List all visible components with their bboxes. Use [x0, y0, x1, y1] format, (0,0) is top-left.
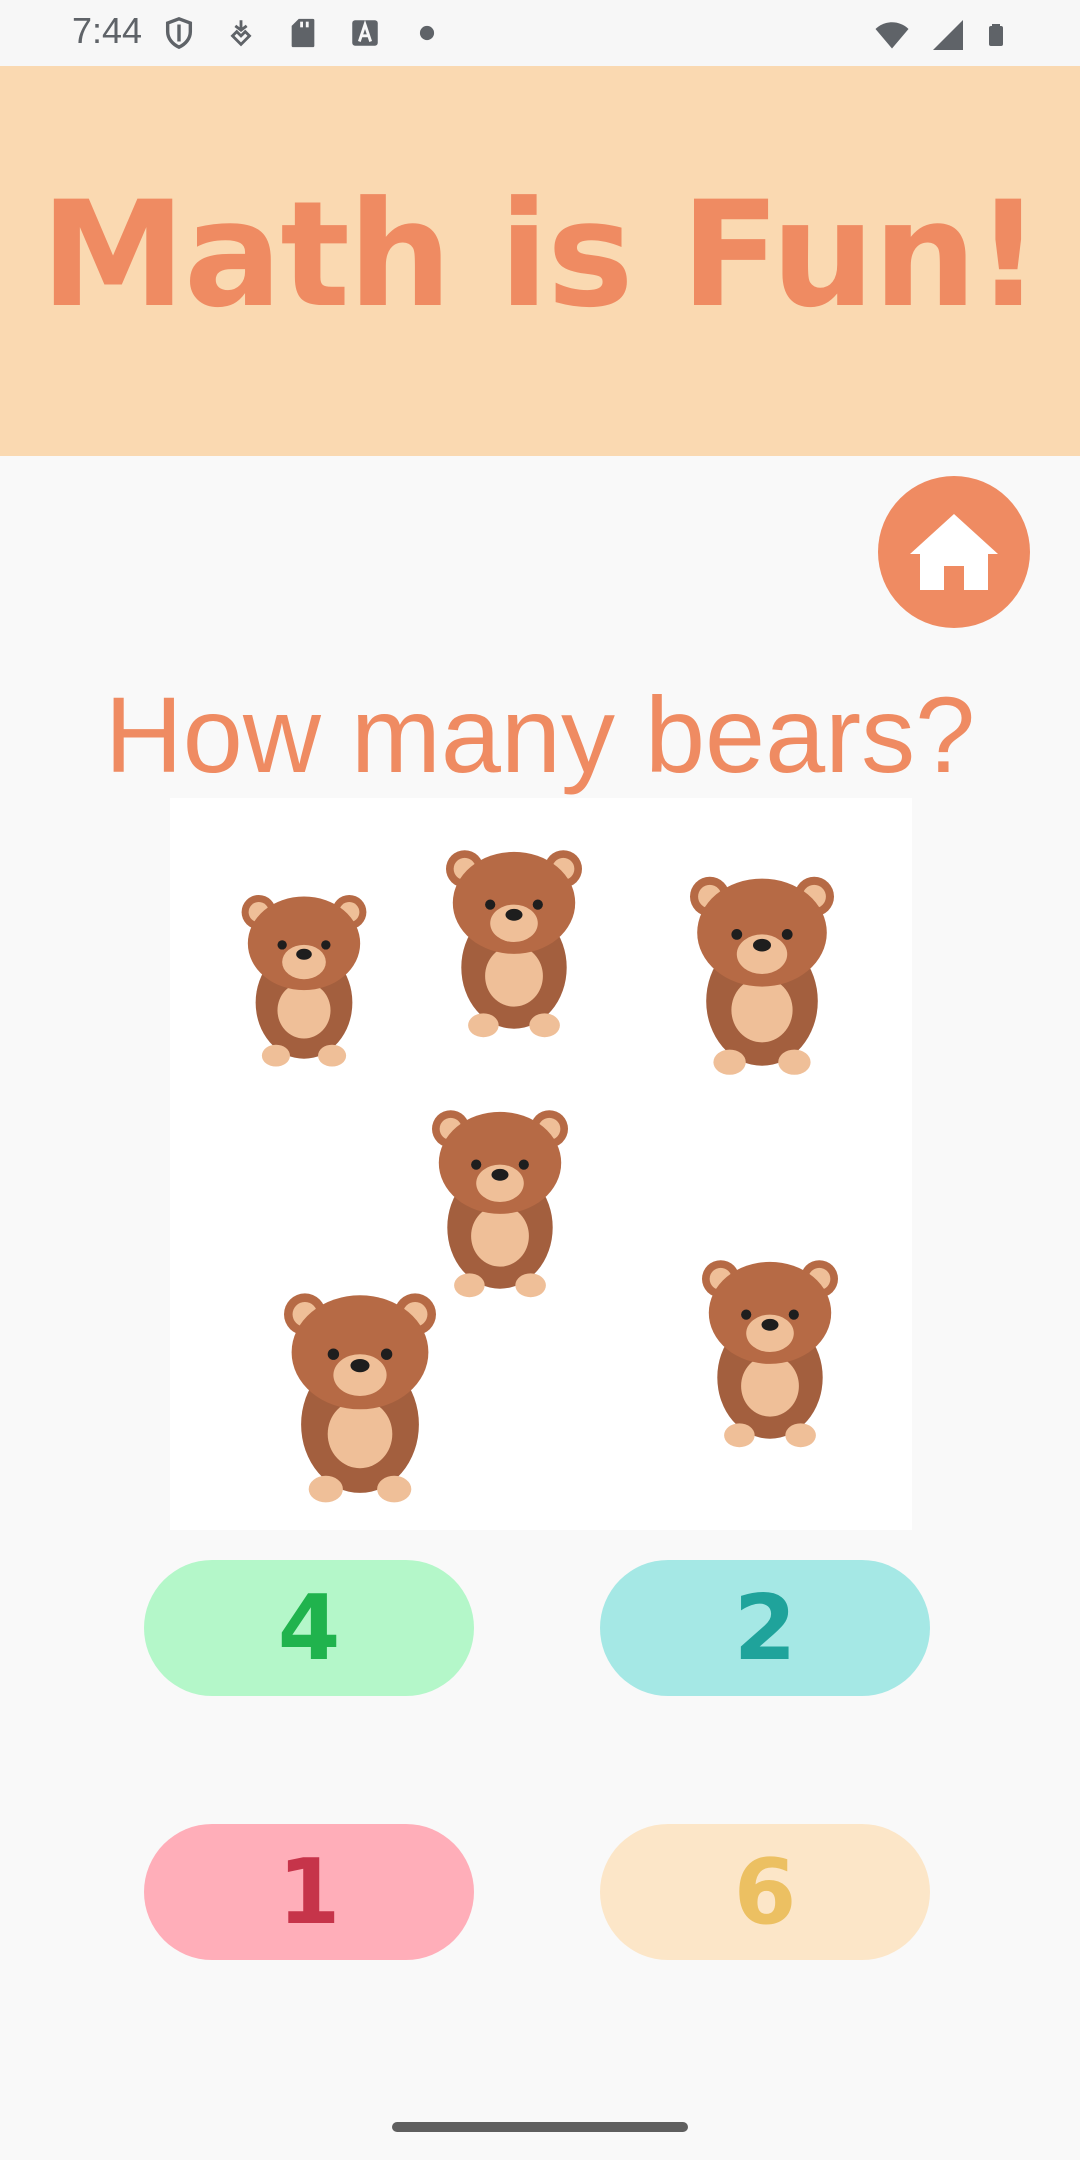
wifi-icon: [875, 22, 909, 49]
answer-button-2[interactable]: 2: [600, 1560, 930, 1696]
bear-5: [284, 1293, 436, 1503]
status-time: 7:44: [72, 10, 143, 51]
bear-3: [690, 876, 834, 1075]
gesture-nav-handle[interactable]: [392, 2122, 688, 2132]
bear-4: [432, 1110, 568, 1298]
shield-icon: [165, 17, 193, 50]
signal-icon: [933, 20, 963, 50]
answer-button-6[interactable]: 6: [600, 1824, 930, 1960]
answer-button-4[interactable]: 4: [144, 1560, 474, 1696]
question-text: How many bears?: [104, 674, 976, 795]
bear-2: [446, 850, 582, 1038]
home-icon: [910, 514, 998, 590]
sd-card-icon: [291, 18, 315, 48]
dot-icon: [419, 25, 435, 41]
font-a-icon: [352, 20, 378, 46]
battery-icon: [989, 24, 1003, 46]
home-button[interactable]: [878, 476, 1030, 628]
location-pin-icon: [230, 20, 252, 47]
bears-svg: [241, 850, 838, 1503]
bear-1: [241, 894, 367, 1067]
bear-6: [702, 1260, 838, 1448]
bears-illustration: [170, 798, 912, 1530]
answer-button-1[interactable]: 1: [144, 1824, 474, 1960]
status-icons-right: [872, 16, 1008, 54]
status-bar: 7:44: [0, 0, 1080, 66]
status-icons-left: [162, 16, 444, 50]
app-title: Math is Fun!: [40, 170, 1041, 340]
